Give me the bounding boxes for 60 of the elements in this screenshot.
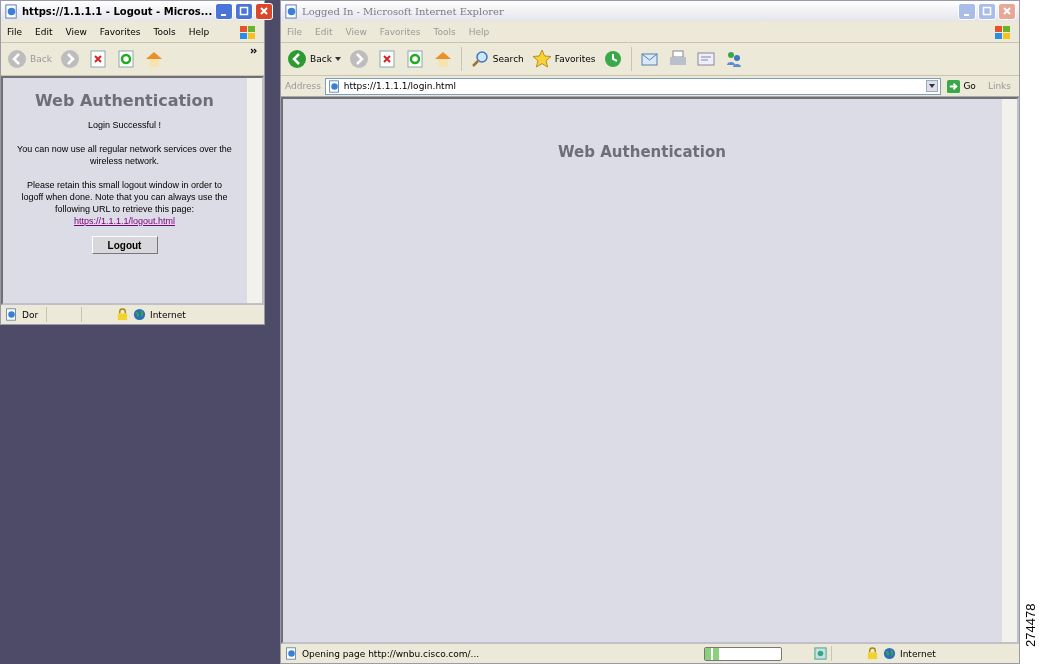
menu-item[interactable]: Edit <box>35 26 53 37</box>
logout-button[interactable]: Logout <box>91 236 158 254</box>
page-icon <box>5 308 18 321</box>
star-icon <box>531 49 552 69</box>
loading-icon <box>814 647 827 660</box>
scrollbar[interactable] <box>1001 99 1017 642</box>
lock-icon <box>866 647 879 660</box>
instruction-text: Please retain this small logout window in order to logoff when done. Note that you can always use the following URL to retrieve this page: <box>20 179 229 215</box>
status-text: Dor <box>22 309 40 320</box>
close-icon <box>259 6 270 16</box>
page-icon <box>285 647 298 660</box>
minimize-button[interactable] <box>215 2 234 20</box>
menu-item[interactable]: File <box>7 26 23 37</box>
globe-icon <box>883 647 896 660</box>
window-title: Logged In - Microsoft Internet Explorer <box>302 5 504 17</box>
chevron-icon[interactable] <box>250 48 258 54</box>
caret-icon <box>334 57 341 61</box>
menu-item[interactable]: View <box>65 26 87 37</box>
page-icon <box>327 79 341 93</box>
favorites-button[interactable]: Favorites <box>531 49 596 69</box>
info-text: You can now use all regular network services over the wireless network. <box>17 143 232 167</box>
back-button[interactable]: Back <box>287 49 341 69</box>
zone-text: Internet <box>900 648 936 659</box>
minimize-icon <box>220 13 226 16</box>
history-icon[interactable] <box>603 49 624 69</box>
page-heading: Web Authentication <box>35 91 214 110</box>
forward-icon[interactable] <box>59 49 80 69</box>
minimize-icon <box>963 13 969 16</box>
close-icon <box>1002 6 1012 16</box>
forward-icon[interactable] <box>348 49 369 69</box>
window-title: https://1.1.1.1 - Logout - Micros... <box>22 5 213 17</box>
menu-item[interactable]: Favorites <box>99 26 141 37</box>
close-button[interactable] <box>255 2 274 20</box>
page-heading: Web Authentication <box>558 143 726 161</box>
page-icon <box>284 3 299 19</box>
scrollbar[interactable] <box>246 78 262 303</box>
address-label: Address <box>285 81 321 91</box>
stop-icon[interactable] <box>87 49 108 69</box>
maximize-icon <box>239 6 250 16</box>
page-icon <box>4 3 19 19</box>
lock-icon <box>116 308 129 321</box>
dropdown-icon[interactable] <box>926 80 939 92</box>
address-field[interactable]: https://1.1.1.1/login.html <box>324 77 942 95</box>
success-message: Login Successful ! <box>87 119 161 131</box>
refresh-icon[interactable] <box>115 49 136 69</box>
search-button[interactable]: Search <box>469 49 524 69</box>
edit-icon[interactable] <box>696 49 717 69</box>
figure-number: 274478 <box>1023 603 1037 647</box>
status-text: Opening page http://wnbu.cisco.com/... <box>302 648 481 659</box>
maximize-icon <box>982 6 992 16</box>
stop-icon[interactable] <box>376 49 397 69</box>
globe-icon <box>133 308 146 321</box>
menu-item[interactable]: Tools <box>153 26 176 37</box>
zone-text: Internet <box>150 309 186 320</box>
arrow-icon <box>947 79 961 93</box>
refresh-icon[interactable] <box>404 49 425 69</box>
maximize-button[interactable] <box>235 2 254 20</box>
logout-link[interactable]: https://1.1.1.1/logout.html <box>73 215 176 227</box>
menu-item[interactable]: Help <box>188 26 210 37</box>
go-button[interactable]: Go <box>947 79 976 93</box>
